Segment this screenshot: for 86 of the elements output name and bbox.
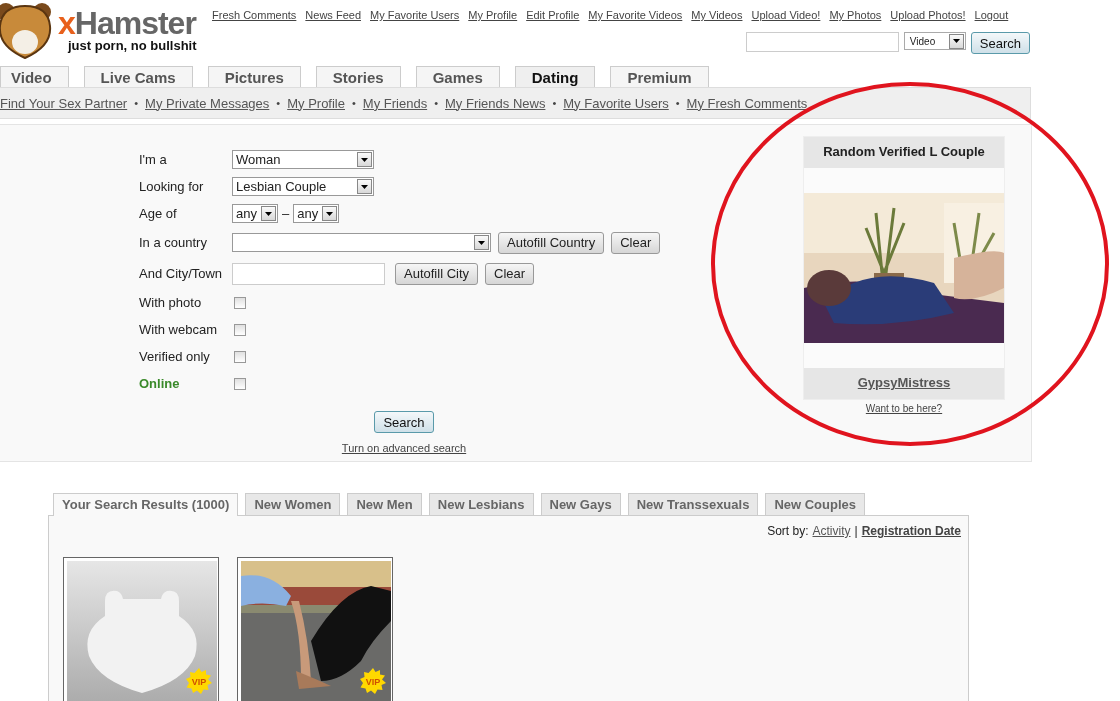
field-label: Verified only [139,349,211,364]
dropdown[interactable]: any [293,204,340,223]
form-button[interactable]: Autofill Country [498,231,605,254]
checkbox[interactable] [234,296,246,309]
separator-dot: • [434,97,438,109]
sub-nav-link[interactable]: My Favorite Users [563,95,669,111]
top-link[interactable]: My Videos [691,9,743,21]
results-tab[interactable]: New Transsexuals [627,493,759,515]
top-link[interactable]: News Feed [305,9,361,21]
sub-nav-link[interactable]: My Friends News [445,95,546,111]
dropdown[interactable]: Woman [232,150,374,169]
top-link[interactable]: Fresh Comments [212,9,297,21]
field-label: Online [139,376,181,391]
separator-dot: • [276,97,281,109]
sub-nav-link[interactable]: My Fresh Comments [686,95,808,111]
nav-tab[interactable]: Dating [514,66,596,87]
city-field[interactable] [232,262,385,285]
separator-dot: • [552,97,557,109]
field-label: With photo [139,295,203,310]
sort-link[interactable]: Registration Date [861,524,961,538]
sub-nav-link[interactable]: My Private Messages [145,95,270,111]
top-link[interactable]: Logout [974,9,1009,21]
advanced-search-link[interactable]: Turn on advanced search [341,442,467,454]
brand-name[interactable]: xHamster [58,6,197,40]
sub-nav-link[interactable]: My Friends [362,95,428,111]
checkbox[interactable] [234,377,246,390]
nav-tab[interactable]: Stories [315,66,401,87]
separator-dot: • [675,97,680,109]
sub-nav-link[interactable]: My Profile [287,95,345,111]
separator-dot: • [134,97,139,109]
results-tab[interactable]: New Men [347,493,422,515]
sub-nav-link[interactable]: Find Your Sex Partner [0,95,128,111]
dropdown[interactable]: Lesbian Couple [232,177,374,196]
want-link[interactable]: Want to be here? [865,403,943,414]
separator-dot: • [352,97,356,109]
results-tab[interactable]: New Lesbians [428,493,534,515]
results-tab[interactable]: Your Search Results (1000) [53,493,239,516]
results-tab[interactable]: New Couples [765,493,865,515]
field-label: And City/Town [139,266,224,281]
top-link[interactable]: Upload Photos! [890,9,966,21]
logo-icon[interactable] [0,2,54,60]
top-link[interactable]: My Favorite Videos [588,9,683,21]
search-button[interactable]: Search [374,411,434,433]
top-link[interactable]: My Photos [829,9,882,21]
results-tab[interactable]: New Women [245,493,341,515]
dropdown-arrow-icon [478,240,485,245]
checkbox[interactable] [234,323,246,336]
dropdown-arrow-icon [265,211,272,216]
checkbox[interactable] [234,350,246,363]
form-button[interactable]: Autofill City [395,262,479,285]
field-label: With webcam [139,322,219,337]
results-tab[interactable]: New Gays [540,493,621,515]
top-link[interactable]: Edit Profile [526,9,580,21]
tagline: just porn, no bullshit [68,38,197,53]
nav-tab[interactable]: Video [0,66,69,87]
card-title: Random Verified L Couple [804,137,1004,168]
dropdown-arrow-icon [361,157,368,162]
field-label: Looking for [139,179,205,194]
sort-separator: | [854,524,858,538]
field-label: I'm a [139,152,168,167]
form-button[interactable]: Clear [611,231,661,254]
top-link[interactable]: My Favorite Users [370,9,460,21]
nav-tab[interactable]: Live Cams [83,66,193,87]
sort-link[interactable]: Activity [812,524,851,538]
vip-badge: VIP [186,668,212,694]
nav-tab[interactable]: Games [415,66,500,87]
field-label: In a country [139,235,208,250]
search-field[interactable] [745,32,899,52]
top-link[interactable]: Upload Video! [751,9,821,21]
vip-badge: VIP [360,668,386,694]
form-button[interactable]: Clear [485,262,535,285]
dropdown[interactable]: any [232,204,278,223]
dropdown-arrow-icon [361,184,368,189]
search-type-select[interactable]: Video [903,32,966,50]
top-link[interactable]: My Profile [468,9,518,21]
dropdown-arrow-icon [952,39,960,43]
search-button[interactable]: Search [970,32,1030,54]
nav-tab[interactable]: Pictures [207,66,301,87]
avatar-placeholder-icon [67,561,217,701]
field-label: Age of [139,206,178,221]
profile-name-link[interactable]: GypsyMistress [804,368,1004,399]
dropdown-arrow-icon [326,211,334,216]
nav-tab[interactable]: Premium [610,66,709,87]
sort-label: Sort by: [767,524,809,538]
range-dash: – [282,206,290,221]
dropdown[interactable] [232,233,491,252]
